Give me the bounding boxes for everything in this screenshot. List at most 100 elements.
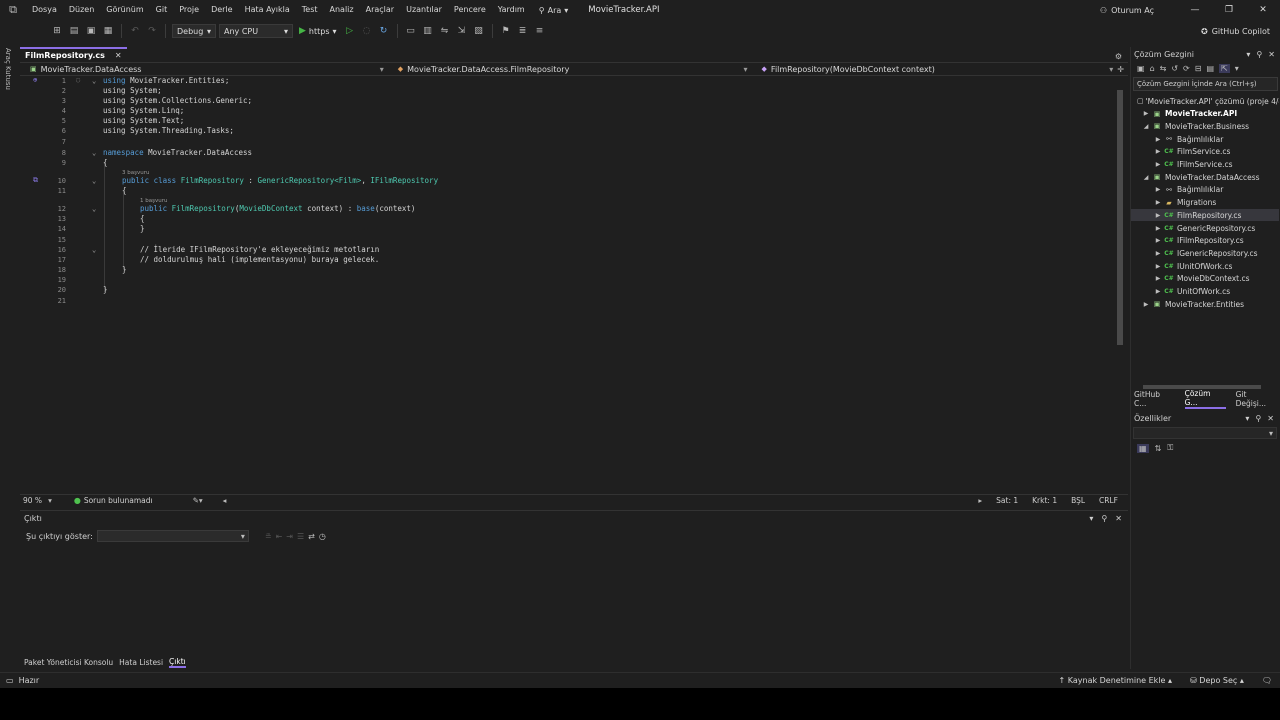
home-icon[interactable]: ⌂	[1150, 64, 1155, 73]
menu-edit[interactable]: Düzen	[63, 0, 100, 20]
solution-tree-item[interactable]: ▶ C# FilmRepository.cs	[1131, 209, 1279, 222]
collapsed-arrow-icon[interactable]: ▶	[1153, 186, 1163, 193]
close-icon[interactable]: ✕	[1267, 414, 1274, 423]
add-to-source-control-button[interactable]: ↑ Kaynak Denetimine Ekle ▴	[1059, 676, 1173, 685]
chevron-down-icon[interactable]: ▾	[1246, 50, 1250, 59]
layout-icon[interactable]: ▥	[421, 24, 435, 38]
char-indicator[interactable]: Krkt: 1	[1032, 496, 1057, 505]
save-all-icon[interactable]: ▦	[101, 24, 115, 38]
output-window-icon[interactable]: ▭	[6, 676, 14, 685]
github-copilot-button[interactable]: ✪ GitHub Copilot	[1201, 27, 1270, 36]
tab-output[interactable]: Çıktı	[169, 657, 186, 668]
properties-object-dropdown[interactable]: ▾	[1133, 427, 1277, 439]
pin-icon[interactable]: ⚲	[1255, 414, 1261, 423]
close-window-button[interactable]: ✕	[1246, 0, 1280, 20]
issues-indicator[interactable]: ● Sorun bulunamadı	[74, 496, 153, 505]
collapsed-arrow-icon[interactable]: ▶	[1153, 237, 1163, 244]
close-icon[interactable]: ✕	[1115, 514, 1122, 523]
start-without-debugging-icon[interactable]: ▷	[343, 24, 357, 38]
notifications-icon[interactable]: 🗨	[1262, 676, 1272, 685]
scrollbar-thumb[interactable]	[1117, 90, 1123, 345]
redo-icon[interactable]: ↷	[145, 24, 159, 38]
chevron-down-icon[interactable]: ▾	[1089, 514, 1093, 523]
collapse-icon[interactable]: ⌄	[92, 176, 96, 186]
new-item-icon[interactable]: ⊞	[50, 24, 64, 38]
tab-solution-explorer[interactable]: Çözüm G...	[1184, 389, 1226, 409]
line-ending-indicator[interactable]: CRLF	[1099, 496, 1118, 505]
select-repository-button[interactable]: ⛁ Depo Seç ▴	[1190, 676, 1244, 685]
menu-extensions[interactable]: Uzantılar	[400, 0, 448, 20]
pin-icon[interactable]: ⚲	[1101, 514, 1107, 523]
collapsed-arrow-icon[interactable]: ▶	[1153, 199, 1163, 206]
solution-tree-item[interactable]: ▶ ▰ Migrations	[1131, 197, 1279, 209]
chevron-down-icon[interactable]: ▾	[1235, 64, 1239, 73]
collapse-icon[interactable]: ⌄	[92, 148, 96, 158]
collapse-icon[interactable]: ⌄	[92, 76, 96, 86]
close-icon[interactable]: ✕	[1268, 50, 1275, 59]
collapsed-arrow-icon[interactable]: ▶	[1153, 148, 1163, 155]
collapsed-arrow-icon[interactable]: ▶	[1153, 275, 1163, 282]
menu-build[interactable]: Derle	[205, 0, 239, 20]
solution-tree-item[interactable]: ▶ ▣ MovieTracker.API	[1131, 108, 1279, 120]
solution-tree-item[interactable]: ▶ ⚯ Bağımlılıklar	[1131, 133, 1279, 145]
collapsed-arrow-icon[interactable]: ▶	[1141, 301, 1151, 308]
toolbox-tab[interactable]: Araç Kutusu	[4, 48, 12, 90]
attach-icon[interactable]: ◌	[360, 24, 374, 38]
uncomment-icon[interactable]: ≡	[533, 24, 547, 38]
type-nav-dropdown[interactable]: ◆ MovieTracker.DataAccess.FilmRepository…	[388, 62, 752, 76]
pending-changes-icon[interactable]: ↺	[1171, 64, 1178, 73]
solution-tree-item[interactable]: ▶ C# IGenericRepository.cs	[1131, 247, 1279, 259]
menu-debug[interactable]: Hata Ayıkla	[239, 0, 296, 20]
sign-in-button[interactable]: ⚇ Oturum Aç	[1100, 6, 1154, 15]
restore-button[interactable]: ❐	[1212, 0, 1246, 20]
word-wrap-icon[interactable]: ⇄	[308, 532, 315, 541]
next-message-icon[interactable]: ⇥	[286, 532, 293, 541]
minimize-button[interactable]: —	[1178, 0, 1212, 20]
configuration-dropdown[interactable]: Debug ▾	[172, 24, 216, 38]
solution-tree-item[interactable]: ▶ ▣ MovieTracker.Entities	[1131, 298, 1279, 310]
collapsed-arrow-icon[interactable]: ▶	[1153, 161, 1163, 168]
collapsed-arrow-icon[interactable]: ▶	[1141, 110, 1151, 117]
browser-icon[interactable]: ▭	[404, 24, 418, 38]
zoom-level[interactable]: 90 %	[20, 496, 42, 505]
show-all-files-icon[interactable]: ▤	[1206, 64, 1214, 73]
output-source-dropdown[interactable]: ▾	[96, 530, 249, 542]
undo-icon[interactable]: ↶	[128, 24, 142, 38]
prev-message-icon[interactable]: ⇤	[276, 532, 283, 541]
tab-error-list[interactable]: Hata Listesi	[119, 658, 163, 667]
solution-tree-item[interactable]: ▶ C# IFilmService.cs	[1131, 159, 1279, 171]
refresh-icon[interactable]: ⟳	[1183, 64, 1190, 73]
find-icon[interactable]: ≞	[265, 532, 272, 541]
preview-icon[interactable]: ⇱	[1219, 63, 1230, 73]
step-icon[interactable]: ⇲	[455, 24, 469, 38]
collapsed-arrow-icon[interactable]: ▶	[1153, 136, 1163, 143]
collapsed-arrow-icon[interactable]: ▶	[1153, 225, 1163, 232]
tab-package-manager-console[interactable]: Paket Yöneticisi Konsolu	[24, 658, 113, 667]
save-icon[interactable]: ▣	[84, 24, 98, 38]
menu-help[interactable]: Yardım	[492, 0, 531, 20]
timestamp-icon[interactable]: ◷	[319, 532, 326, 541]
collapsed-arrow-icon[interactable]: ▶	[1153, 212, 1163, 219]
search-button[interactable]: ⚲ Ara ▾	[531, 6, 577, 15]
split-icon[interactable]: ✛	[1117, 65, 1128, 74]
scroll-left-icon[interactable]: ◂	[223, 496, 227, 505]
project-nav-dropdown[interactable]: ▣ MovieTracker.DataAccess ▾	[20, 62, 388, 76]
menu-window[interactable]: Pencere	[448, 0, 492, 20]
solution-tree-item[interactable]: ▶ C# IFilmRepository.cs	[1131, 235, 1279, 247]
menu-git[interactable]: Git	[150, 0, 174, 20]
hot-reload-icon[interactable]: ↻	[377, 24, 391, 38]
code-editor[interactable]: ⊕ ⧉ ◌ 1 ⌄ using MovieTracker.Entities; 2…	[20, 76, 1128, 494]
platform-dropdown[interactable]: Any CPU ▾	[219, 24, 293, 38]
collapse-all-icon[interactable]: ⊟	[1195, 64, 1202, 73]
collapsed-arrow-icon[interactable]: ▶	[1153, 288, 1163, 295]
tab-film-repository[interactable]: FilmRepository.cs ✕	[20, 47, 127, 61]
menu-view[interactable]: Görünüm	[100, 0, 149, 20]
menu-analyze[interactable]: Analiz	[324, 0, 360, 20]
expanded-arrow-icon[interactable]: ◢	[1141, 174, 1151, 181]
collapsed-arrow-icon[interactable]: ▶	[1153, 250, 1163, 257]
menu-tools[interactable]: Araçlar	[360, 0, 400, 20]
menu-test[interactable]: Test	[296, 0, 324, 20]
tab-list-icon[interactable]: ⚙	[1115, 52, 1122, 61]
solution-tree-item[interactable]: ▶ ⚯ Bağımlılıklar	[1131, 184, 1279, 196]
tab-github-copilot[interactable]: GitHub C...	[1134, 390, 1175, 408]
